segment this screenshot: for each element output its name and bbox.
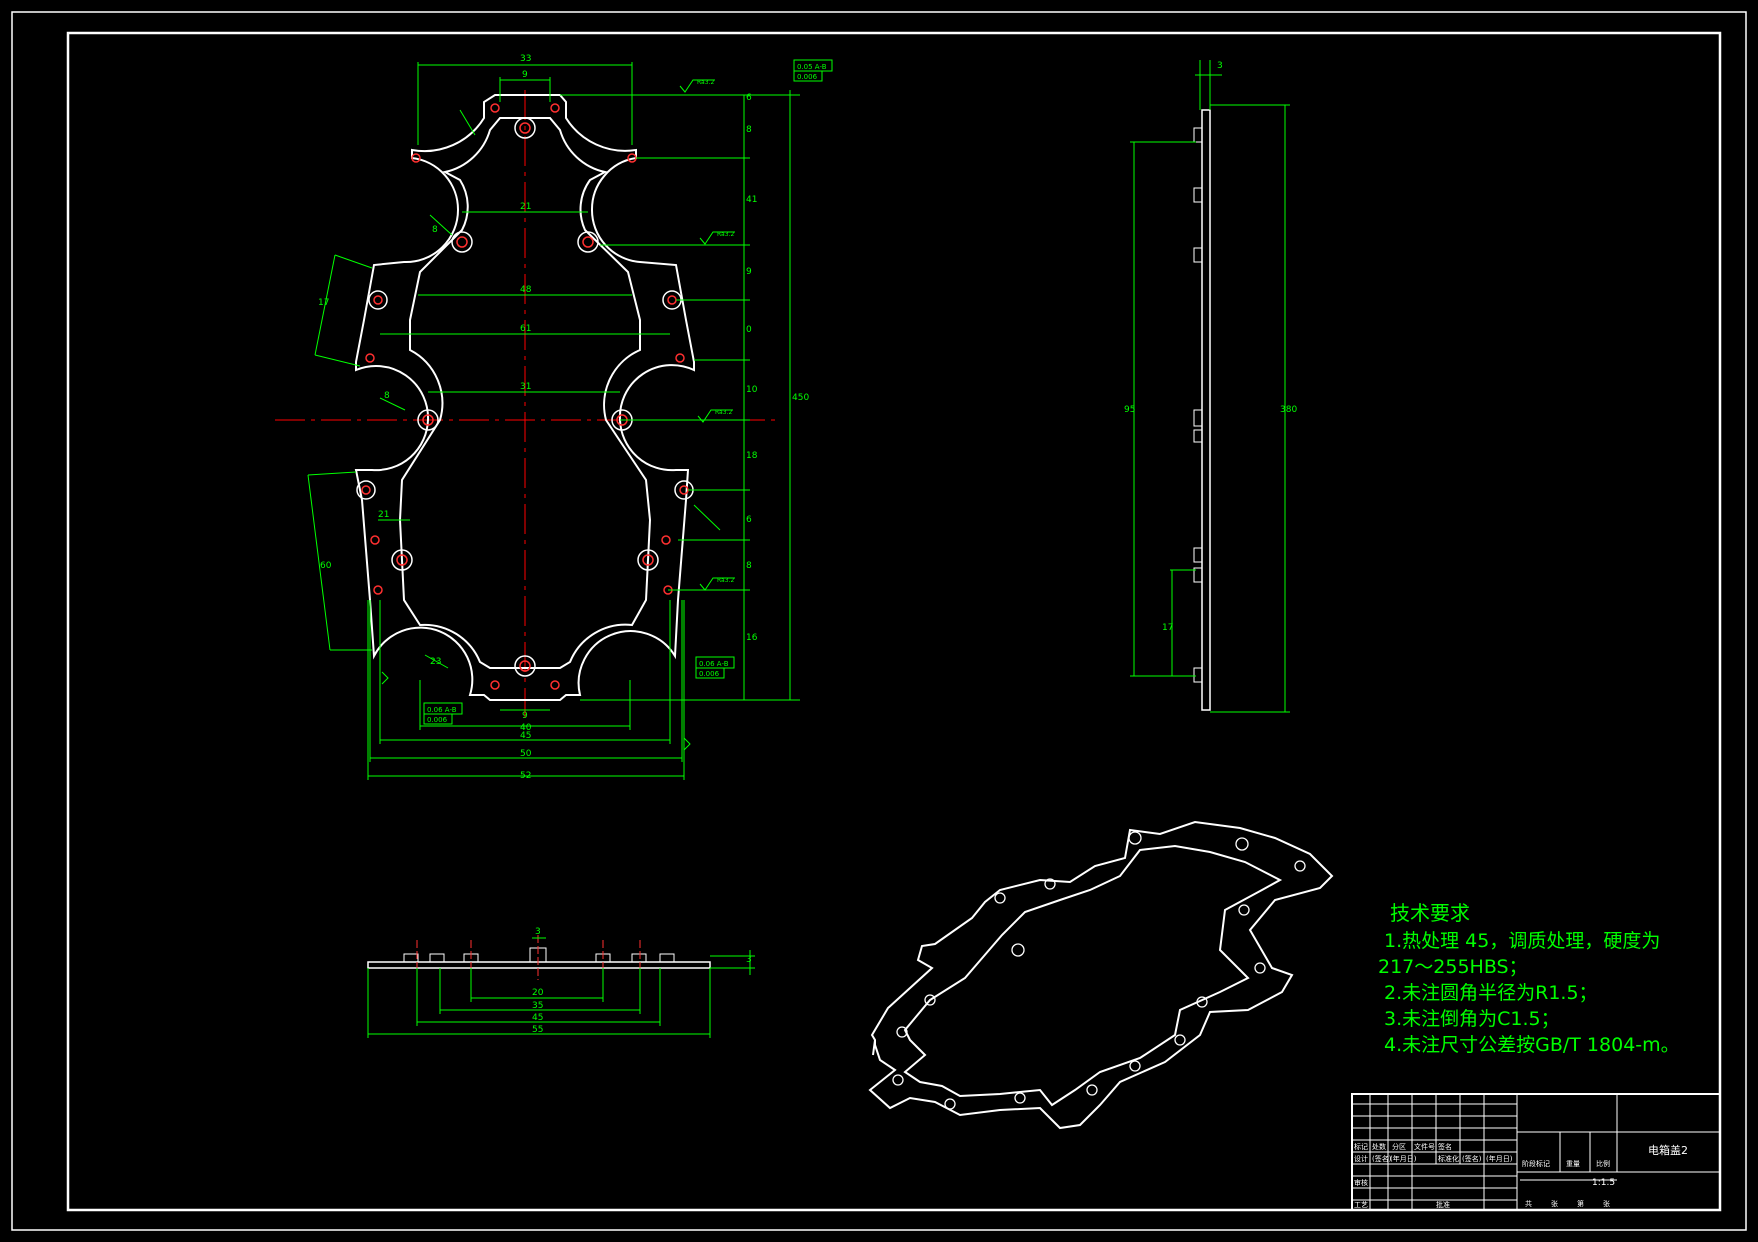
bottom-bosses xyxy=(403,947,675,963)
tech-req-line: 2.未注圆角半径为R1.5； xyxy=(1384,982,1598,1004)
drawing-scale: 1:1.5 xyxy=(1592,1178,1615,1188)
tb-cell: 工艺 xyxy=(1354,1201,1368,1209)
dim-right-9: 8 xyxy=(746,561,752,571)
dim-right-3: 41 xyxy=(746,195,757,205)
tb-cell: 张 xyxy=(1551,1199,1558,1208)
tech-req-line: 3.未注倒角为C1.5； xyxy=(1384,1008,1560,1030)
iso-holes xyxy=(892,831,1306,1110)
tb-cell: 标准化 xyxy=(1438,1154,1459,1163)
side-bosses xyxy=(1193,127,1203,683)
technical-requirements: 技术要求 1.热处理 45，调质处理，硬度为 217～255HBS； 2.未注圆… xyxy=(1378,900,1744,1058)
dim-bottom-1: 9 xyxy=(522,711,528,721)
dim-inner-3: 61 xyxy=(520,324,531,334)
tol-3: 0.06 A-B xyxy=(699,660,729,668)
tol-5: 0.06 A-B xyxy=(427,706,457,714)
dim-right-overall: 450 xyxy=(792,393,809,403)
tb-cell: 阶段标记 xyxy=(1522,1159,1550,1168)
bottom-dimension-texts: 3 3 20 35 45 55 xyxy=(532,927,752,1035)
bottom-dim-1: 3 xyxy=(535,927,541,937)
dim-left-5: 23 xyxy=(430,657,441,667)
dim-bottom-3: 45 xyxy=(520,731,531,741)
bottom-dim-3: 20 xyxy=(532,988,544,998)
dim-left-2: 8 xyxy=(432,225,438,235)
front-view: 33 9 21 48 61 31 21 9 40 45 50 52 6 8 41… xyxy=(275,54,833,781)
dim-top-slot: 9 xyxy=(522,70,528,80)
plate-edge xyxy=(1201,109,1211,711)
tb-cell: 设计 xyxy=(1354,1154,1368,1163)
plate-section xyxy=(367,961,711,969)
tb-cell: 分区 xyxy=(1392,1142,1406,1151)
tb-cell: (年月日) xyxy=(1390,1154,1417,1163)
dim-inner-1: 21 xyxy=(520,202,531,212)
tb-cell: 文件号 xyxy=(1414,1142,1435,1151)
dim-inner-5: 21 xyxy=(378,510,389,520)
iso-outer-contour xyxy=(868,820,1334,1130)
side-dim-2: 17 xyxy=(1162,623,1173,633)
dim-bottom-4: 50 xyxy=(520,749,532,759)
iso-inner-contour xyxy=(903,844,1283,1107)
tech-req-heading: 技术要求 xyxy=(1390,901,1470,925)
tb-cell: 签名 xyxy=(1438,1142,1452,1151)
ra-2: Ra3.2 xyxy=(717,231,734,238)
tol-4: 0.006 xyxy=(699,670,720,678)
tb-cell: (签名) xyxy=(1462,1154,1482,1163)
dim-right-4: 9 xyxy=(746,267,752,277)
tol-1: 0.05 A-B xyxy=(797,63,827,71)
dim-left-1: 17 xyxy=(318,298,329,308)
ra-1: Ra3.2 xyxy=(697,79,714,86)
tech-req-line: 4.未注尺寸公差按GB/T 1804-m。 xyxy=(1384,1034,1680,1056)
dim-right-10: 16 xyxy=(746,633,758,643)
side-dim-thickness: 3 xyxy=(1217,61,1223,71)
dim-right-6: 10 xyxy=(746,385,758,395)
dim-inner-2: 48 xyxy=(520,285,532,295)
bottom-dimension-lines xyxy=(367,937,755,1038)
bottom-view: 3 3 20 35 45 55 xyxy=(367,927,755,1038)
tech-req-line: 1.热处理 45，调质处理，硬度为 xyxy=(1384,930,1661,952)
tb-cell: 共 xyxy=(1525,1199,1532,1208)
dim-bottom-5: 52 xyxy=(520,771,531,781)
side-dim-1: 95 xyxy=(1124,405,1135,415)
tb-cell: 第 xyxy=(1577,1199,1584,1208)
bottom-dim-2: 3 xyxy=(746,955,752,965)
bottom-dim-4: 35 xyxy=(532,1001,543,1011)
tb-cell: (签名) xyxy=(1372,1154,1392,1163)
ra-3: Ra3.2 xyxy=(715,409,732,416)
ra-4: Ra3.2 xyxy=(717,577,734,584)
dim-top-overall: 33 xyxy=(520,54,531,64)
roughness-texts: Ra3.2 Ra3.2 Ra3.2 Ra3.2 xyxy=(697,79,734,584)
tech-req-line: 217～255HBS； xyxy=(1378,956,1528,978)
dim-right-8: 6 xyxy=(746,515,752,525)
dim-left-3: 8 xyxy=(384,391,390,401)
tb-cell: 标记 xyxy=(1354,1142,1368,1151)
dim-right-5: 0 xyxy=(746,325,752,335)
front-view-dimension-texts: 33 9 21 48 61 31 21 9 40 45 50 52 6 8 41… xyxy=(318,54,809,781)
bottom-dim-6: 55 xyxy=(532,1025,543,1035)
tb-cell: 处数 xyxy=(1372,1142,1386,1151)
dim-right-2: 8 xyxy=(746,125,752,135)
side-dim-overall: 380 xyxy=(1280,405,1297,415)
dim-right-7: 18 xyxy=(746,451,758,461)
tb-cell: 审核 xyxy=(1354,1178,1368,1187)
tb-cell: 比例 xyxy=(1596,1159,1610,1168)
tb-cell: (年月日) xyxy=(1486,1154,1513,1163)
dim-right-1: 6 xyxy=(746,93,752,103)
dim-inner-4: 31 xyxy=(520,382,531,392)
side-view: 3 95 380 17 xyxy=(1124,60,1297,713)
tb-cell: 张 xyxy=(1603,1199,1610,1208)
isometric-view xyxy=(868,820,1334,1130)
drawing-title: 电箱盖2 xyxy=(1648,1143,1688,1157)
tol-6: 0.006 xyxy=(427,716,448,724)
bottom-centerlines xyxy=(416,935,641,980)
tb-cell: 批准 xyxy=(1436,1200,1450,1209)
tb-cell: 重量 xyxy=(1566,1160,1580,1168)
bottom-dim-5: 45 xyxy=(532,1013,543,1023)
tol-2: 0.006 xyxy=(797,73,818,81)
dim-left-4: 60 xyxy=(320,561,332,571)
